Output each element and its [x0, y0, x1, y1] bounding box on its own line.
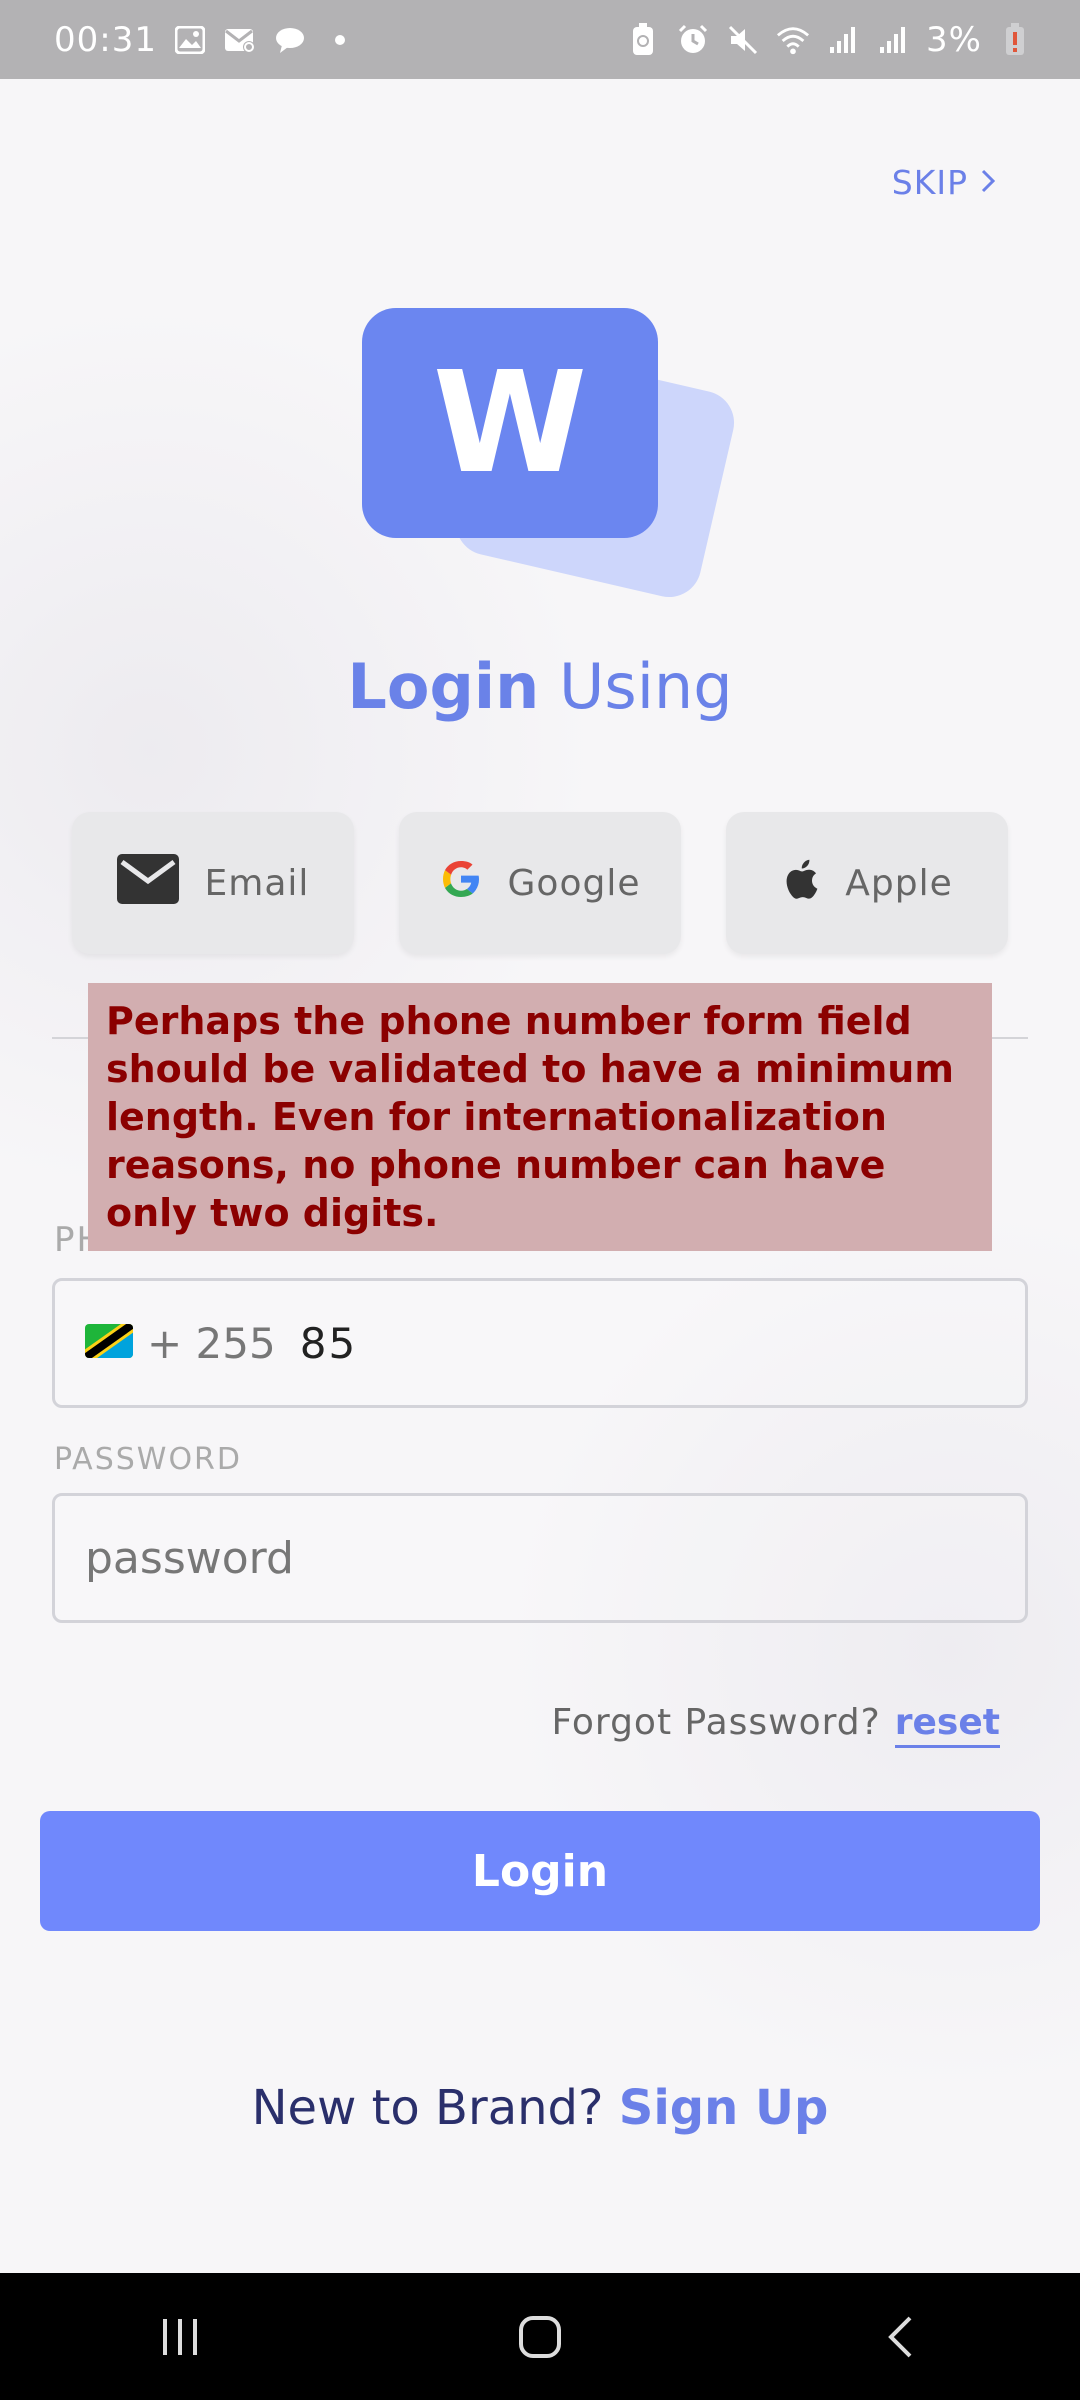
recent-apps-button[interactable] — [135, 2292, 225, 2382]
app-logo: W — [360, 308, 741, 604]
apple-label: Apple — [845, 862, 953, 904]
notification-dot-icon — [323, 23, 357, 57]
back-button[interactable] — [855, 2292, 945, 2382]
phone-input-value[interactable]: 85 — [300, 1319, 357, 1368]
apple-icon — [781, 857, 819, 910]
mute-icon — [726, 23, 760, 57]
forgot-password-text: Forgot Password? — [551, 1702, 881, 1743]
social-login-row: Email Google Apple — [72, 812, 1008, 954]
google-label: Google — [507, 862, 641, 904]
signup-row: New to Brand? Sign Up — [0, 2080, 1080, 2136]
wifi-icon — [776, 23, 810, 57]
google-login-button[interactable]: Google — [399, 812, 681, 954]
chat-bubble-icon — [273, 23, 307, 57]
status-left: 00:31 — [54, 20, 357, 60]
google-icon — [440, 858, 482, 909]
battery-saver-icon — [626, 22, 660, 57]
password-placeholder: password — [85, 1532, 294, 1584]
status-time: 00:31 — [54, 19, 157, 60]
home-button[interactable] — [495, 2292, 585, 2382]
chevron-right-icon — [980, 163, 996, 202]
tanzania-flag-icon — [85, 1319, 147, 1368]
logo-letter: W — [432, 341, 588, 505]
recent-apps-icon — [163, 2318, 197, 2355]
login-button[interactable]: Login — [40, 1811, 1040, 1931]
heading-strong: Login — [347, 650, 540, 723]
battery-percent: 3% — [926, 19, 982, 60]
country-code[interactable]: + 255 — [147, 1319, 276, 1368]
review-annotation: Perhaps the phone number form field shou… — [88, 983, 992, 1251]
alarm-icon — [676, 23, 710, 57]
back-icon — [888, 2316, 912, 2357]
email-label: Email — [204, 862, 310, 904]
login-heading: Login Using — [0, 650, 1080, 723]
reset-link[interactable]: reset — [894, 1702, 1000, 1748]
signup-link[interactable]: Sign Up — [619, 2080, 829, 2136]
password-label: PASSWORD — [54, 1442, 243, 1477]
email-login-button[interactable]: Email — [72, 812, 354, 954]
logo-front-card: W — [362, 308, 658, 538]
phone-field[interactable]: + 255 85 — [52, 1278, 1028, 1408]
login-button-label: Login — [471, 1845, 609, 1897]
signal-icon — [876, 23, 910, 57]
battery-low-icon — [998, 22, 1032, 57]
forgot-password-row: Forgot Password? reset — [551, 1702, 1000, 1748]
signal-icon — [826, 23, 860, 57]
envelope-icon — [116, 853, 179, 913]
skip-button[interactable]: SKIP — [892, 158, 996, 206]
status-right: 3% — [626, 20, 1032, 60]
apple-login-button[interactable]: Apple — [726, 812, 1008, 954]
gallery-icon — [173, 23, 207, 57]
mail-settings-icon — [223, 23, 257, 57]
home-icon — [519, 2315, 561, 2358]
status-bar: 00:31 3% — [0, 0, 1080, 79]
login-screen: 00:31 3% SKIP W Login Using Email Google… — [0, 0, 1080, 2400]
heading-rest: Using — [559, 650, 733, 723]
password-field[interactable]: password — [52, 1493, 1028, 1623]
skip-label: SKIP — [891, 162, 968, 202]
signup-question: New to Brand? — [251, 2080, 604, 2136]
navigation-bar — [0, 2273, 1080, 2400]
